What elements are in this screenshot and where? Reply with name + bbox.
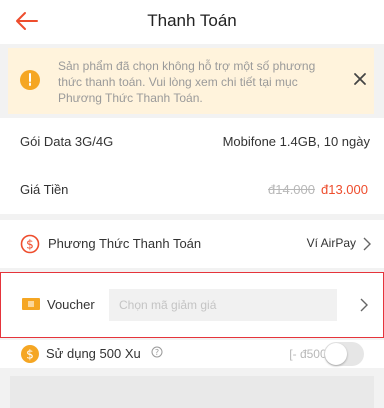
price-label: Giá Tiền <box>20 182 69 197</box>
page-title: Thanh Toán <box>147 11 237 30</box>
warning-icon <box>20 70 40 90</box>
payment-method-label: Phương Thức Thanh Toán <box>48 236 202 251</box>
placeholder-block <box>10 376 374 408</box>
use-coins-label: Sử dụng 500 Xu <box>46 346 141 361</box>
unsupported-payment-notice: Sản phẩm đã chọn không hỗ trợ một số phư… <box>8 48 374 114</box>
svg-text:$: $ <box>26 348 34 362</box>
use-coins-row: $ Sử dụng 500 Xu ? [- đ500] <box>0 340 384 368</box>
voucher-code-input[interactable] <box>109 289 337 321</box>
voucher-label: Voucher <box>47 297 95 312</box>
header-bar: Thanh Toán <box>0 0 384 44</box>
notice-text: Sản phẩm đã chọn không hỗ trợ một số phư… <box>58 59 316 105</box>
chevron-right-icon <box>363 237 371 251</box>
package-label: Gói Data 3G/4G <box>20 134 114 149</box>
question-circle-icon[interactable]: ? <box>151 346 163 358</box>
svg-text:?: ? <box>155 348 159 357</box>
price-row: Giá Tiền đ14.000 đ13.000 <box>0 166 384 214</box>
svg-text:$: $ <box>26 238 34 252</box>
payment-method-row[interactable]: $ Phương Thức Thanh Toán Ví AirPay <box>0 220 384 268</box>
close-icon[interactable] <box>351 70 369 88</box>
old-price: đ14.000 <box>268 182 315 197</box>
package-value: Mobifone 1.4GB, 10 ngày <box>222 134 370 149</box>
chevron-right-icon[interactable] <box>359 298 369 312</box>
dollar-circle-icon: $ <box>20 234 40 254</box>
toggle-knob <box>325 343 347 365</box>
data-package-row: Gói Data 3G/4G Mobifone 1.4GB, 10 ngày <box>0 118 384 166</box>
price-values: đ14.000 đ13.000 <box>268 182 368 197</box>
voucher-row[interactable]: Voucher <box>0 272 384 338</box>
use-coins-toggle[interactable] <box>324 342 364 366</box>
ticket-icon <box>22 298 40 310</box>
new-price: đ13.000 <box>321 182 368 197</box>
payment-method-value: Ví AirPay <box>306 236 356 250</box>
coin-icon: $ <box>21 345 39 363</box>
